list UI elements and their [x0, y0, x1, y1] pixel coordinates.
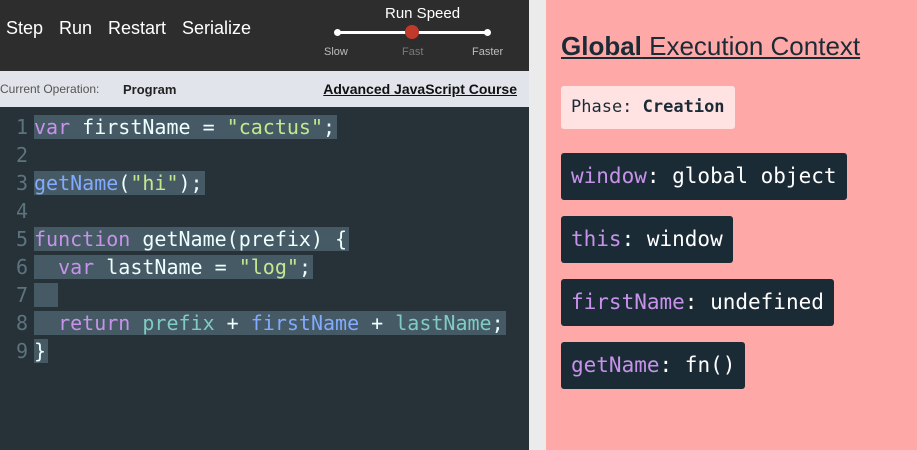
speed-label-faster[interactable]: Faster: [472, 46, 503, 58]
code-token: return: [58, 311, 131, 335]
variable-firstname: firstName: undefined: [561, 279, 834, 326]
code-text: var lastName = "log";: [34, 255, 313, 279]
code-token: var: [34, 115, 71, 139]
context-title-rest: Execution Context: [641, 31, 861, 61]
code-line[interactable]: 1 var firstName = "cactus";: [0, 113, 529, 141]
code-token: }: [34, 339, 47, 363]
variable-key: window: [571, 164, 647, 188]
variable-key: this: [571, 227, 622, 251]
code-text: function getName(prefix) {: [34, 227, 350, 251]
phase-badge: Phase: Creation: [561, 86, 735, 129]
code-token: prefix: [142, 311, 215, 335]
code-token: getName(prefix) {: [130, 227, 348, 251]
variable-value: : undefined: [684, 290, 824, 314]
code-text: }: [34, 339, 49, 363]
speed-stop-slow[interactable]: [334, 29, 341, 36]
run-button[interactable]: Run: [59, 18, 92, 39]
course-link[interactable]: Advanced JavaScript Course: [323, 81, 517, 97]
code-line[interactable]: 9}: [0, 337, 529, 365]
phase-label: Phase:: [571, 97, 643, 117]
operation-bar: Current Operation: Program Advanced Java…: [0, 71, 529, 107]
variable-value: : window: [621, 227, 723, 251]
restart-button[interactable]: Restart: [108, 18, 166, 39]
variable-key: firstName: [571, 290, 685, 314]
code-text: return prefix + firstName + lastName;: [34, 311, 506, 335]
code-token: getName: [34, 171, 119, 195]
variable-value: : global object: [646, 164, 837, 188]
phase-value: Creation: [642, 97, 725, 117]
code-line[interactable]: 7: [0, 281, 529, 309]
code-token: ;: [491, 311, 504, 335]
code-token: ;: [298, 255, 311, 279]
context-title: Global Execution Context: [561, 31, 860, 62]
code-token: var: [58, 255, 95, 279]
code-editor[interactable]: 1 var firstName = "cactus"; 2 3 getName("hi"…: [0, 113, 529, 365]
code-token: +: [214, 311, 251, 335]
line-number: 3: [15, 171, 28, 195]
code-token: ;: [323, 115, 336, 139]
code-token: firstName =: [70, 115, 227, 139]
variable-key: getName: [571, 353, 660, 377]
speed-label-fast[interactable]: Fast: [402, 46, 423, 58]
code-token: );: [178, 171, 203, 195]
code-token: (: [118, 171, 131, 195]
line-number: 5: [15, 227, 28, 251]
code-token: +: [359, 311, 396, 335]
code-line[interactable]: 6 var lastName = "log";: [0, 253, 529, 281]
variable-window: window: global object: [561, 153, 847, 200]
code-line[interactable]: 4: [0, 197, 529, 225]
line-number: 2: [15, 143, 28, 167]
variable-value: : fn(): [659, 353, 736, 377]
code-text: getName("hi");: [34, 171, 205, 195]
speed-slider-handle[interactable]: [405, 25, 419, 39]
context-title-strong: Global: [561, 31, 642, 61]
line-number: 9: [15, 339, 28, 363]
line-number: 6: [15, 255, 28, 279]
line-number: 7: [15, 283, 28, 307]
serialize-button[interactable]: Serialize: [182, 18, 251, 39]
line-number: 8: [15, 311, 28, 335]
code-token: "hi": [130, 171, 179, 195]
code-token: function: [34, 227, 131, 251]
code-line[interactable]: 8 return prefix + firstName + lastName;: [0, 309, 529, 337]
code-text: [34, 283, 58, 307]
code-text: var firstName = "cactus";: [34, 115, 338, 139]
variable-getname: getName: fn(): [561, 342, 746, 389]
code-panel: Step Run Restart Serialize Run Speed Slo…: [0, 0, 529, 450]
code-line[interactable]: 5 function getName(prefix) {: [0, 225, 529, 253]
run-speed-title: Run Speed: [385, 5, 461, 22]
code-line[interactable]: 2: [0, 141, 529, 169]
variable-this: this: window: [561, 216, 733, 263]
speed-label-slow[interactable]: Slow: [324, 46, 348, 58]
line-number: 4: [15, 199, 28, 223]
step-button[interactable]: Step: [6, 18, 43, 39]
code-token: lastName: [395, 311, 492, 335]
code-token: lastName =: [94, 255, 239, 279]
execution-context-panel: Global Execution Context Phase: Creation…: [546, 0, 917, 450]
code-token: firstName: [250, 311, 360, 335]
current-operation-label: Current Operation:: [0, 82, 100, 96]
current-operation-value: Program: [123, 82, 177, 97]
code-line[interactable]: 3 getName("hi");: [0, 169, 529, 197]
toolbar: Step Run Restart Serialize Run Speed Slo…: [0, 0, 529, 71]
line-number: 1: [15, 115, 28, 139]
panel-divider: [529, 0, 546, 450]
code-token: "cactus": [226, 115, 323, 139]
code-token: "log": [238, 255, 299, 279]
speed-stop-faster[interactable]: [484, 29, 491, 36]
